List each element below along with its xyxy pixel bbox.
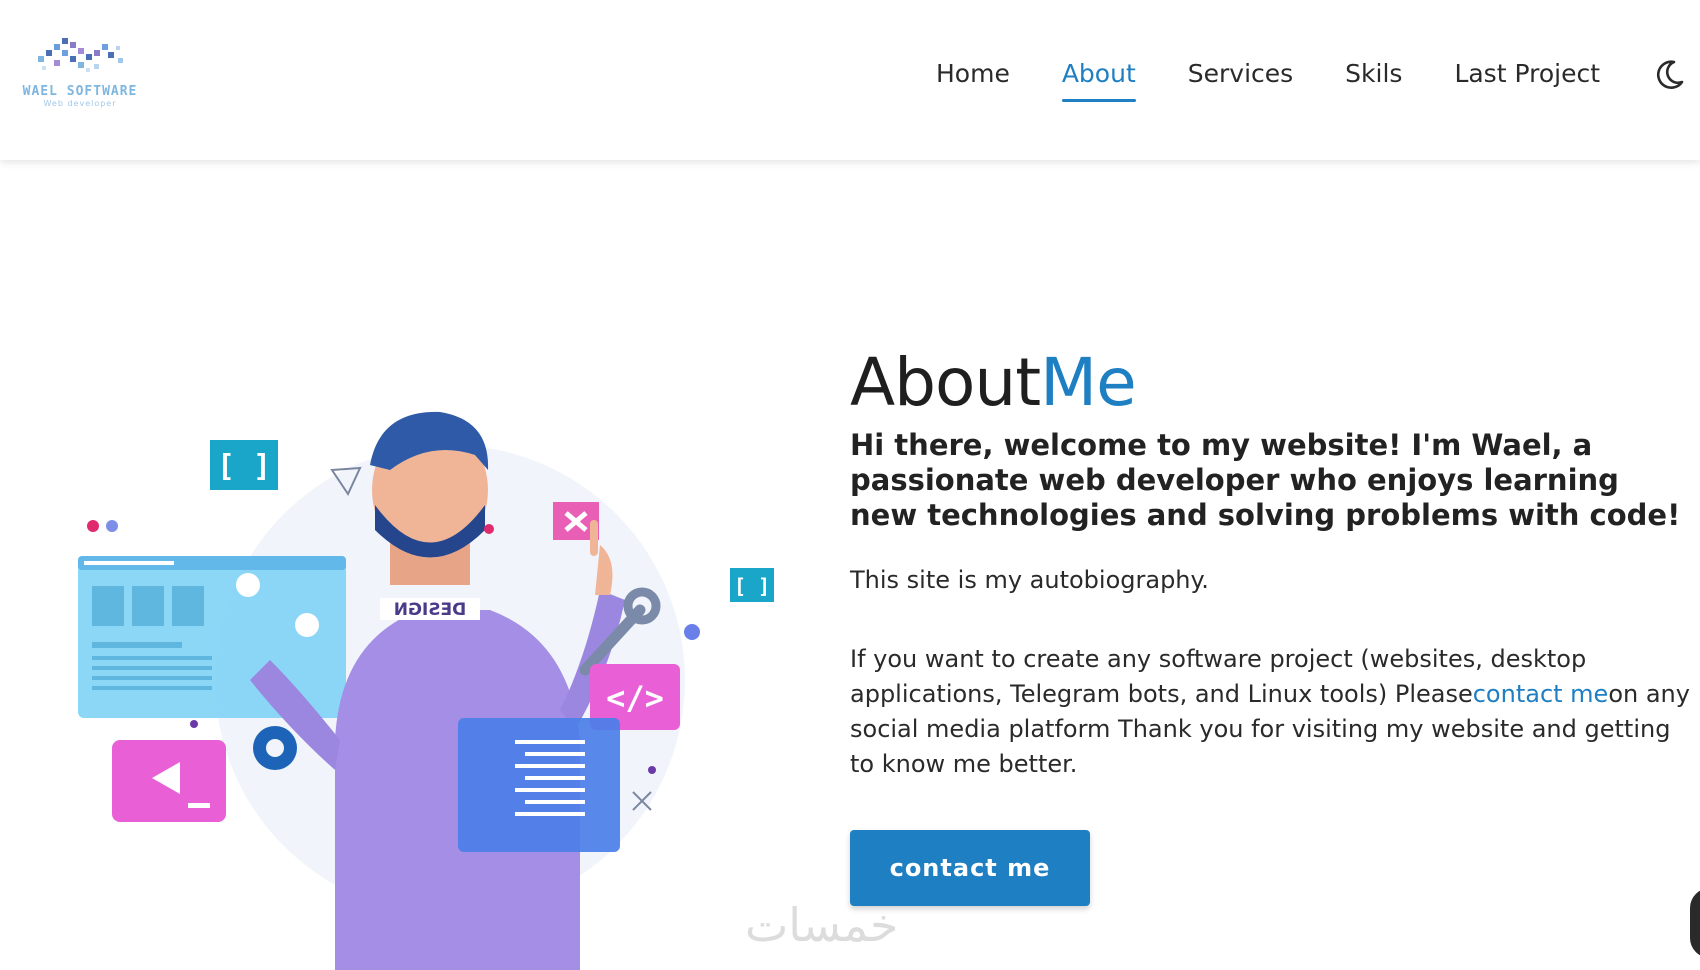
- nav-skils[interactable]: Skils: [1345, 59, 1402, 92]
- nav-last-project[interactable]: Last Project: [1454, 59, 1600, 92]
- about-paragraph-1: This site is my autobiography.: [850, 566, 1209, 594]
- watermark: خمسات: [745, 898, 899, 952]
- site-header: WAEL SOFTWARE Web developer Home About S…: [0, 0, 1700, 160]
- main-nav: Home About Services Skils Last Project: [884, 0, 1700, 150]
- svg-text:DESIGN: DESIGN: [394, 600, 466, 620]
- contact-me-link[interactable]: contact me: [1473, 680, 1609, 708]
- about-title-main: About: [850, 344, 1041, 421]
- nav-about[interactable]: About: [1061, 59, 1136, 102]
- svg-text:[ ]: [ ]: [734, 574, 770, 598]
- about-section: AboutMe Hi there, welcome to my website!…: [850, 340, 1690, 906]
- nav-services[interactable]: Services: [1188, 59, 1293, 92]
- contact-me-button[interactable]: contact me: [850, 830, 1090, 906]
- logo-subtitle: Web developer: [43, 99, 117, 108]
- logo-mark-icon: [38, 38, 123, 72]
- about-title-accent: Me: [1040, 344, 1137, 421]
- gear-icon: [253, 726, 297, 770]
- video-player-icon: [112, 740, 226, 822]
- developer-illustration: [ ] [ ] DESIGN </>: [70, 381, 790, 970]
- document-window-icon: [458, 718, 620, 852]
- bracket-box-small-icon: [ ]: [730, 568, 774, 602]
- about-paragraph-2: If you want to create any software proje…: [850, 642, 1690, 782]
- moon-icon: [1656, 60, 1684, 89]
- bracket-box-icon: [ ]: [210, 440, 278, 490]
- scroll-to-top-button[interactable]: [1690, 888, 1700, 958]
- logo-title: WAEL SOFTWARE: [22, 84, 138, 99]
- about-title: AboutMe: [850, 340, 1690, 426]
- browser-window-icon: [78, 556, 346, 718]
- theme-toggle-button[interactable]: [1652, 58, 1686, 92]
- svg-text:[ ]: [ ]: [217, 449, 271, 484]
- svg-text:</>: </>: [606, 679, 664, 717]
- nav-home[interactable]: Home: [936, 59, 1010, 92]
- about-lead: Hi there, welcome to my website! I'm Wae…: [850, 428, 1681, 532]
- site-logo[interactable]: WAEL SOFTWARE Web developer: [18, 36, 142, 112]
